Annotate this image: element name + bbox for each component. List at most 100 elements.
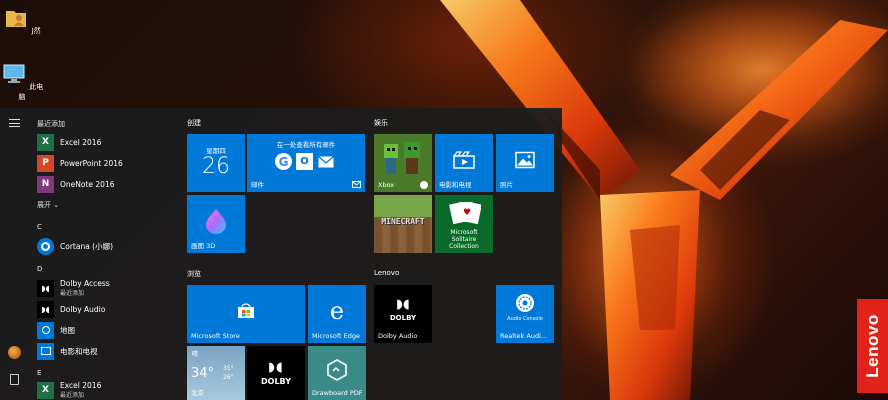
- tile-label: Microsoft Store: [191, 332, 240, 340]
- tile-xbox[interactable]: Xbox: [374, 134, 432, 192]
- tile-label: 照片: [500, 181, 513, 189]
- tile-label: Microsoft Solitaire Collection: [449, 229, 479, 250]
- tile-realtek-audio[interactable]: Audio Console Realtek Audi...: [496, 285, 554, 343]
- edge-icon: e: [329, 296, 345, 325]
- cortana-icon: [37, 237, 54, 255]
- app-item-label: Dolby Access 最近添加: [60, 279, 110, 297]
- tile-label: Dolby Audio: [378, 332, 418, 340]
- envelope-icon: [317, 153, 334, 170]
- weather-city: 北京: [191, 389, 204, 397]
- audio-console-caption: Audio Console: [507, 316, 543, 322]
- expand-button[interactable]: 展开 ⌄: [37, 200, 59, 210]
- hamburger-menu-icon[interactable]: [9, 119, 20, 127]
- tile-movies-tv[interactable]: 电影和电视: [435, 134, 493, 192]
- onenote-icon: N: [37, 175, 54, 193]
- desktop-icon-this-pc[interactable]: 此电脑: [0, 62, 44, 102]
- app-item-onenote[interactable]: N OneNote 2016: [37, 175, 167, 193]
- tile-label: Drawboard PDF: [312, 389, 363, 397]
- dolby-access-icon: ◗◖: [37, 279, 54, 297]
- app-item-excel[interactable]: X Excel 2016: [37, 133, 167, 151]
- app-item-cortana[interactable]: Cortana (小娜): [37, 237, 167, 255]
- tile-drawboard-pdf[interactable]: Drawboard PDF: [308, 346, 366, 400]
- google-icon: G: [275, 153, 292, 170]
- group-title-browse[interactable]: 浏览: [187, 269, 201, 279]
- dolby-double-d-icon: ◗◖: [396, 297, 410, 312]
- mail-small-icon: [352, 181, 361, 188]
- tile-label: Realtek Audi...: [500, 332, 548, 340]
- group-title-play[interactable]: 娱乐: [374, 118, 388, 128]
- tile-paint3d[interactable]: 画图 3D: [187, 195, 245, 253]
- tile-photos[interactable]: 照片: [496, 134, 554, 192]
- tile-label: 电影和电视: [439, 181, 472, 189]
- excel-icon: X: [37, 133, 54, 151]
- drawboard-icon: [327, 358, 347, 381]
- weather-low: 26°: [223, 374, 234, 381]
- paint3d-icon: [206, 208, 226, 234]
- app-item-dolby-access[interactable]: ◗◖ Dolby Access 最近添加: [37, 279, 167, 297]
- app-item-sublabel: 最近添加: [60, 392, 85, 399]
- movies-icon: [37, 342, 54, 360]
- app-item-label: PowerPoint 2016: [60, 158, 123, 168]
- user-avatar[interactable]: [8, 346, 21, 359]
- group-title-lenovo[interactable]: Lenovo: [374, 269, 399, 277]
- dolby-wordmark: DOLBY: [389, 314, 417, 322]
- app-item-excel-e[interactable]: X Excel 2016 最近添加: [37, 381, 167, 399]
- tile-solitaire[interactable]: ♥ Microsoft Solitaire Collection: [435, 195, 493, 253]
- lenovo-badge: Lenovo: [857, 299, 888, 393]
- mail-header: 在一处查看所有邮件: [276, 141, 336, 149]
- weather-condition: 晴: [192, 351, 199, 358]
- tile-label: 邮件: [251, 181, 264, 189]
- app-item-powerpoint[interactable]: P PowerPoint 2016: [37, 154, 167, 172]
- tile-dolby[interactable]: ◗◖ DOLBY: [247, 346, 305, 400]
- section-letter-e[interactable]: E: [37, 369, 41, 377]
- app-item-label: 地图: [60, 325, 75, 335]
- movies-icon: [453, 150, 475, 169]
- powerpoint-icon: P: [37, 154, 54, 172]
- tile-mail[interactable]: 在一处查看所有邮件 G O 邮件: [247, 134, 365, 192]
- photos-icon: [515, 151, 535, 168]
- tile-microsoft-edge[interactable]: e Microsoft Edge: [308, 285, 366, 343]
- recently-added-header: 最近添加: [37, 120, 65, 128]
- xbox-characters-icon: [384, 142, 420, 174]
- maps-icon: [37, 321, 54, 339]
- app-item-label: Excel 2016: [60, 137, 102, 147]
- user-folder-icon: [6, 11, 27, 27]
- tile-microsoft-store[interactable]: Microsoft Store: [187, 285, 305, 343]
- app-item-name: Dolby Access: [60, 279, 110, 288]
- group-title-create[interactable]: 创建: [187, 118, 201, 128]
- section-letter-c[interactable]: C: [37, 223, 42, 231]
- tile-calendar[interactable]: 星期四 26: [187, 134, 245, 192]
- xbox-logo-icon: [420, 181, 428, 189]
- desktop-icon-label: J然: [31, 27, 41, 35]
- app-item-label: Dolby Audio: [60, 304, 106, 314]
- app-list: 最近添加 X Excel 2016 P PowerPoint 2016 N On…: [30, 108, 170, 400]
- app-item-label: Cortana (小娜): [60, 241, 114, 251]
- app-item-sublabel: 最近添加: [60, 290, 85, 297]
- tile-label: Microsoft Edge: [312, 332, 361, 340]
- tile-minecraft[interactable]: MINECRAFT: [374, 195, 432, 253]
- start-menu: 最近添加 X Excel 2016 P PowerPoint 2016 N On…: [0, 108, 562, 400]
- calendar-day: 26: [202, 154, 230, 179]
- excel-icon: X: [37, 381, 54, 399]
- weather-high: 35°: [223, 365, 234, 372]
- audio-console-icon: [516, 294, 534, 312]
- dolby-audio-icon: ◗◖: [37, 300, 54, 318]
- documents-icon[interactable]: [10, 374, 19, 385]
- app-item-maps[interactable]: 地图: [37, 321, 167, 339]
- tile-label: Xbox: [378, 181, 395, 189]
- start-rail: [0, 108, 30, 400]
- section-letter-d[interactable]: D: [37, 265, 42, 273]
- svg-text:♥: ♥: [463, 208, 471, 218]
- minecraft-logo-text: MINECRAFT: [381, 217, 425, 226]
- app-item-dolby-audio[interactable]: ◗◖ Dolby Audio: [37, 300, 167, 318]
- outlook-icon: O: [296, 153, 313, 170]
- app-item-label: Excel 2016 最近添加: [60, 381, 101, 399]
- app-item-movies-tv[interactable]: 电影和电视: [37, 342, 167, 360]
- tile-weather[interactable]: 晴 34° 35° 26° 北京: [187, 346, 245, 400]
- dolby-wordmark: DOLBY: [261, 377, 291, 386]
- tile-dolby-audio[interactable]: ◗◖ DOLBY Dolby Audio: [374, 285, 432, 343]
- store-bag-icon: [238, 302, 254, 318]
- playing-cards-icon: ♥: [449, 201, 481, 225]
- app-item-label: OneNote 2016: [60, 179, 115, 189]
- desktop-icon-user-folder[interactable]: J然: [0, 6, 44, 36]
